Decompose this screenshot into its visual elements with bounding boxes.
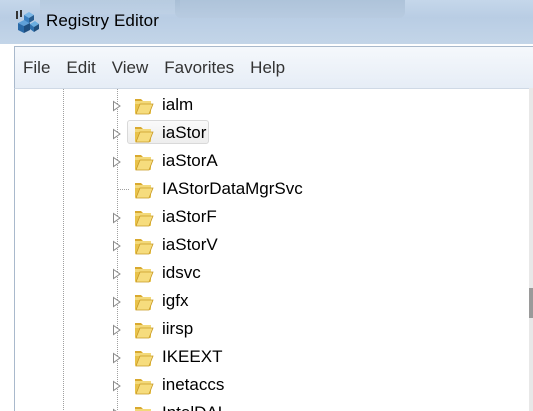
tree-item-label: iaStor (162, 123, 207, 142)
folder-icon (132, 376, 154, 396)
tree-item-label: igfx (162, 291, 189, 310)
folder-icon (132, 292, 154, 312)
folder-icon (132, 152, 154, 172)
expand-arrow-icon[interactable] (112, 379, 122, 392)
folder-icon (132, 404, 154, 411)
tree-item[interactable]: IntelDAL (15, 400, 520, 411)
folder-icon (132, 264, 154, 284)
tree-item[interactable]: ialm (15, 92, 520, 118)
registry-editor-window: Registry Editor File Edit View Favorites… (0, 0, 533, 411)
expand-arrow-icon[interactable] (112, 407, 122, 411)
tree-item-label: iirsp (162, 319, 194, 338)
menu-favorites[interactable]: Favorites (156, 56, 242, 80)
expand-arrow-icon[interactable] (112, 267, 122, 280)
tree-item[interactable]: iaStorA (15, 148, 520, 174)
tree-item-label: inetaccs (162, 375, 225, 394)
folder-icon (132, 180, 154, 200)
tree-item[interactable]: idsvc (15, 260, 520, 286)
folder-icon (132, 208, 154, 228)
tree-item-label: iaStorF (162, 207, 217, 226)
registry-editor-icon[interactable] (14, 9, 40, 35)
folder-icon (132, 96, 154, 116)
tree-item-label: IAStorDataMgrSvc (162, 179, 303, 198)
menu-bar: File Edit View Favorites Help (14, 46, 533, 88)
tree-item-label: ialm (162, 95, 194, 114)
scrollbar-thumb[interactable] (529, 288, 533, 318)
folder-icon (132, 124, 154, 144)
expand-arrow-icon[interactable] (112, 239, 122, 252)
tree-item[interactable]: inetaccs (15, 372, 520, 398)
menu-view[interactable]: View (104, 56, 157, 80)
tree-item[interactable]: iaStor (15, 120, 520, 146)
tree-item[interactable]: iirsp (15, 316, 520, 342)
tree-item-label: IKEEXT (162, 347, 223, 366)
tree-item-label: iaStorA (162, 151, 218, 170)
tree-item[interactable]: iaStorF (15, 204, 520, 230)
tree-item[interactable]: IKEEXT (15, 344, 520, 370)
menu-file[interactable]: File (15, 56, 58, 80)
registry-key-tree[interactable]: ialm iaStor iaStorA IAStorDataMgrSvc iaStorF… (14, 88, 533, 411)
tree-item-label: IntelDAL (158, 403, 231, 411)
folder-icon (132, 236, 154, 256)
tree-item[interactable]: IAStorDataMgrSvc (15, 176, 520, 202)
background-window-tab (175, 0, 405, 18)
title-bar[interactable]: Registry Editor (0, 0, 533, 44)
vertical-scrollbar[interactable] (529, 88, 533, 411)
expand-arrow-icon[interactable] (112, 127, 122, 140)
folder-icon (132, 320, 154, 340)
expand-arrow-icon[interactable] (112, 351, 122, 364)
tree-item[interactable]: igfx (15, 288, 520, 314)
tree-item[interactable]: iaStorV (15, 232, 520, 258)
tree-connector-line (117, 189, 129, 190)
window-title: Registry Editor (46, 11, 159, 30)
menu-edit[interactable]: Edit (58, 56, 103, 80)
expand-arrow-icon[interactable] (112, 99, 122, 112)
menu-help[interactable]: Help (242, 56, 293, 80)
tree-item-label: iaStorV (162, 235, 218, 254)
expand-arrow-icon[interactable] (112, 155, 122, 168)
expand-arrow-icon[interactable] (112, 211, 122, 224)
expand-arrow-icon[interactable] (112, 295, 122, 308)
tree-item-label: idsvc (162, 263, 201, 282)
folder-icon (132, 348, 154, 368)
expand-arrow-icon[interactable] (112, 323, 122, 336)
